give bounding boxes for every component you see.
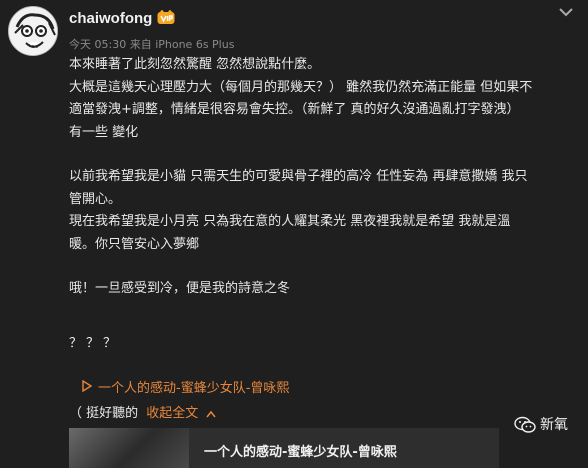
username[interactable]: chaiwofong <box>69 10 152 27</box>
watermark: 新氧 <box>514 414 568 434</box>
avatar-image <box>9 7 57 55</box>
post-source: 来自 iPhone 6s Plus <box>129 38 235 51</box>
music-card-thumbnail <box>69 428 189 468</box>
post-line: 哦！一旦感受到冷，便是我的詩意之冬 <box>69 281 291 296</box>
post-line: 大概是這幾天心理壓力大（每個月的那幾天？） 雖然我仍然充滿正能量 但如果不 <box>69 79 533 95</box>
music-link[interactable]: 一个人的感动-蜜蜂少女队-曾咏熙 <box>82 377 289 396</box>
post-line: 現在我希望我是小月亮 只為我在意的人耀其柔光 黑夜裡我就是希望 我就是溫 <box>69 214 511 229</box>
post-line: 以前我希望我是小貓 只需天生的可愛與骨子裡的高冷 任性妄為 再肆意撒嬌 我只 <box>69 169 528 184</box>
post-meta: 今天 05:30 来自 iPhone 6s Plus <box>69 36 234 52</box>
post-line: 有一些 變化 <box>69 124 139 140</box>
avatar[interactable] <box>8 6 58 56</box>
music-card[interactable]: 一个人的感动-蜜蜂少女队-曾咏熙 <box>69 428 499 468</box>
caret-up-icon <box>206 410 217 417</box>
post-body: 本來睡著了此刻忽然驚醒 忽然想說點什麼。 大概是這幾天心理壓力大（每個月的那幾天… <box>69 54 579 355</box>
post-line: 管開心。 <box>69 191 122 207</box>
chevron-down-icon[interactable] <box>558 6 574 18</box>
watermark-text: 新氧 <box>540 417 568 433</box>
expand-prefix: （ 挺好聽的 <box>69 406 139 421</box>
wechat-icon <box>514 416 536 433</box>
post-line: 適當發洩+調整，情緒是很容易會失控。（新鮮了 真的好久沒通過亂打字發洩） <box>69 102 520 117</box>
music-link-text: 一个人的感动-蜜蜂少女队-曾咏熙 <box>98 381 290 396</box>
play-triangle-icon <box>82 380 92 392</box>
post-line: 暖。你只管安心入夢鄉 <box>69 236 200 252</box>
vip-badge-icon[interactable] <box>157 10 175 25</box>
collapse-button[interactable]: 收起全文 <box>146 406 217 421</box>
post-line: ？？？ <box>69 335 121 351</box>
post-line: 本來睡著了此刻忽然驚醒 忽然想說點什麼。 <box>69 57 321 72</box>
expand-row: （ 挺好聽的 收起全文 <box>69 402 217 421</box>
music-card-title: 一个人的感动-蜜蜂少女队-曾咏熙 <box>204 445 397 460</box>
timestamp[interactable]: 今天 05:30 <box>69 38 126 51</box>
collapse-label: 收起全文 <box>146 406 199 421</box>
